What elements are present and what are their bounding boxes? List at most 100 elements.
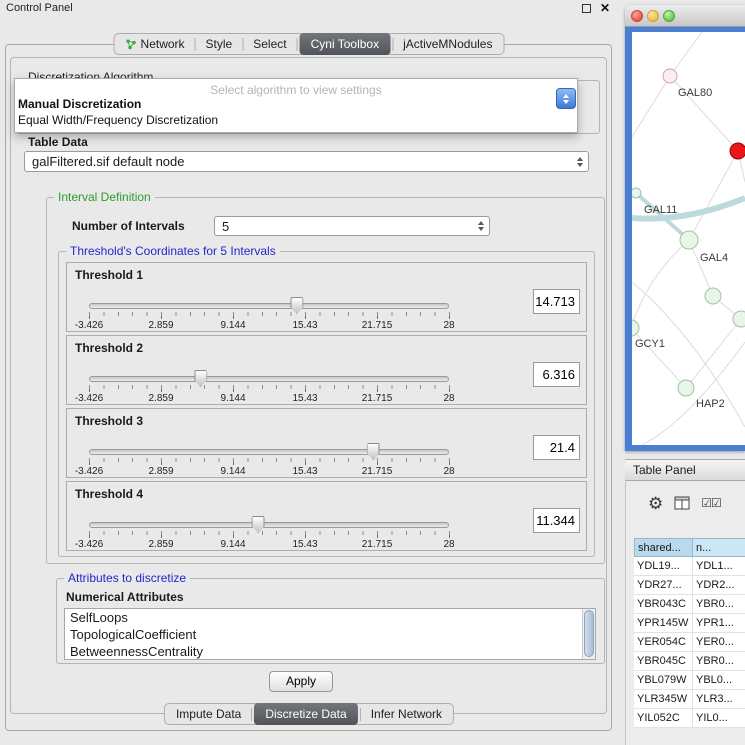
- algorithm-option-equal-width[interactable]: Equal Width/Frequency Discretization: [15, 112, 577, 128]
- attribute-item[interactable]: SelfLoops: [65, 609, 595, 626]
- table-row[interactable]: YPR145WYPR1...: [634, 614, 745, 633]
- tick-label: 21.715: [362, 466, 393, 477]
- network-edge[interactable]: [632, 282, 745, 427]
- slider-tick-labels: -3.4262.8599.14415.4321.71528: [89, 466, 449, 478]
- close-icon[interactable]: ✕: [600, 1, 610, 15]
- table-cell[interactable]: YER054C: [634, 633, 693, 651]
- network-edge[interactable]: [686, 319, 741, 388]
- table-row[interactable]: YER054CYER0...: [634, 633, 745, 652]
- algorithm-combobox-stepper[interactable]: [556, 88, 576, 109]
- network-edge[interactable]: [670, 32, 702, 76]
- threshold-label: Threshold 3: [75, 414, 143, 428]
- table-row[interactable]: YBR045CYBR0...: [634, 652, 745, 671]
- tab-infer-network[interactable]: Infer Network: [363, 704, 450, 724]
- slider-track[interactable]: [89, 522, 449, 528]
- network-node[interactable]: [705, 288, 721, 304]
- table-cell[interactable]: YDL19...: [634, 557, 693, 575]
- network-node[interactable]: [680, 231, 698, 249]
- table-cell[interactable]: YLR3...: [693, 690, 745, 708]
- table-cell[interactable]: YBR0...: [693, 595, 745, 613]
- network-node[interactable]: [678, 380, 694, 396]
- network-node[interactable]: [632, 320, 639, 336]
- tick-label: 21.715: [362, 320, 393, 331]
- network-canvas[interactable]: GAL80GAL11GAL4GCY1HAP2: [632, 32, 745, 445]
- table-cell[interactable]: YBR043C: [634, 595, 693, 613]
- tab-jactivemnodules[interactable]: jActiveMNodules: [395, 34, 500, 54]
- network-node[interactable]: [733, 311, 745, 327]
- table-row[interactable]: YDR27...YDR2...: [634, 576, 745, 595]
- number-of-intervals-label: Number of Intervals: [72, 219, 185, 233]
- table-cell[interactable]: YPR145W: [634, 614, 693, 632]
- tab-cyni-toolbox[interactable]: Cyni Toolbox: [300, 33, 390, 55]
- network-node[interactable]: [663, 69, 677, 83]
- attribute-item[interactable]: BetweennessCentrality: [65, 643, 595, 660]
- network-edge[interactable]: [632, 328, 686, 388]
- list-scrollbar[interactable]: [582, 609, 595, 659]
- table-cell[interactable]: YPR1...: [693, 614, 745, 632]
- network-window-titlebar[interactable]: [625, 5, 745, 27]
- threshold-slider[interactable]: -3.4262.8599.14415.4321.71528: [89, 445, 449, 477]
- apply-button[interactable]: Apply: [269, 671, 333, 692]
- table-row[interactable]: YLR345WYLR3...: [634, 690, 745, 709]
- slider-track[interactable]: [89, 303, 449, 309]
- attribute-item[interactable]: TopologicalCoefficient: [65, 626, 595, 643]
- slider-track[interactable]: [89, 376, 449, 382]
- number-of-intervals-combobox[interactable]: 5: [214, 216, 490, 236]
- tick-label: 15.43: [292, 320, 317, 331]
- table-cell[interactable]: YDL1...: [693, 557, 745, 575]
- table-cell[interactable]: YBR045C: [634, 652, 693, 670]
- table-cell[interactable]: YIL0...: [693, 709, 745, 727]
- network-node[interactable]: [632, 188, 641, 198]
- network-node-label: GAL80: [678, 87, 712, 99]
- slider-track[interactable]: [89, 449, 449, 455]
- network-node[interactable]: [730, 143, 745, 159]
- table-cell[interactable]: YDR27...: [634, 576, 693, 594]
- column-header-shared-name[interactable]: shared...: [634, 538, 693, 557]
- table-row[interactable]: YBL079WYBL0...: [634, 671, 745, 690]
- slider-tick-labels: -3.4262.8599.14415.4321.71528: [89, 539, 449, 551]
- float-window-icon[interactable]: [582, 4, 591, 13]
- tick-label: -3.426: [75, 320, 103, 331]
- table-cell[interactable]: YBL079W: [634, 671, 693, 689]
- table-row[interactable]: YIL052CYIL0...: [634, 709, 745, 728]
- column-header-name[interactable]: n...: [693, 538, 745, 557]
- threshold-value-input[interactable]: [533, 435, 580, 460]
- threshold-value-input[interactable]: [533, 508, 580, 533]
- threshold-value-input[interactable]: [533, 289, 580, 314]
- tab-network[interactable]: Network: [118, 34, 193, 54]
- threshold-value-input[interactable]: [533, 362, 580, 387]
- network-edge[interactable]: [632, 76, 670, 137]
- node-table[interactable]: shared... n... YDL19...YDL1...YDR27...YD…: [634, 538, 745, 745]
- mac-zoom-icon[interactable]: [663, 10, 675, 22]
- algorithm-option-manual[interactable]: Manual Discretization: [15, 96, 577, 112]
- tab-separator: [360, 708, 361, 721]
- table-data-combobox[interactable]: galFiltered.sif default node: [24, 151, 589, 172]
- tab-separator: [195, 38, 196, 51]
- network-edge[interactable]: [689, 151, 738, 240]
- mac-minimize-icon[interactable]: [647, 10, 659, 22]
- tab-select[interactable]: Select: [245, 34, 294, 54]
- table-row[interactable]: YBR043CYBR0...: [634, 595, 745, 614]
- threshold-slider[interactable]: -3.4262.8599.14415.4321.71528: [89, 299, 449, 331]
- table-cell[interactable]: YLR345W: [634, 690, 693, 708]
- columns-icon[interactable]: [674, 496, 690, 510]
- tab-style[interactable]: Style: [198, 34, 241, 54]
- threshold-label: Threshold 1: [75, 268, 143, 282]
- table-cell[interactable]: YDR2...: [693, 576, 745, 594]
- slider-tick-labels: -3.4262.8599.14415.4321.71528: [89, 393, 449, 405]
- mac-close-icon[interactable]: [631, 10, 643, 22]
- gear-icon[interactable]: ⚙: [648, 495, 663, 512]
- threshold-slider[interactable]: -3.4262.8599.14415.4321.71528: [89, 372, 449, 404]
- tab-discretize-data[interactable]: Discretize Data: [254, 703, 357, 725]
- network-edge[interactable]: [632, 240, 689, 328]
- table-cell[interactable]: YBR0...: [693, 652, 745, 670]
- table-cell[interactable]: YER0...: [693, 633, 745, 651]
- scrollbar-thumb[interactable]: [584, 610, 594, 657]
- numerical-attributes-list[interactable]: SelfLoopsTopologicalCoefficientBetweenne…: [64, 608, 596, 660]
- threshold-slider[interactable]: -3.4262.8599.14415.4321.71528: [89, 518, 449, 550]
- table-cell[interactable]: YIL052C: [634, 709, 693, 727]
- table-cell[interactable]: YBL0...: [693, 671, 745, 689]
- table-row[interactable]: YDL19...YDL1...: [634, 557, 745, 576]
- checkbox-icons[interactable]: ☑☑: [701, 496, 721, 510]
- tab-impute-data[interactable]: Impute Data: [168, 704, 249, 724]
